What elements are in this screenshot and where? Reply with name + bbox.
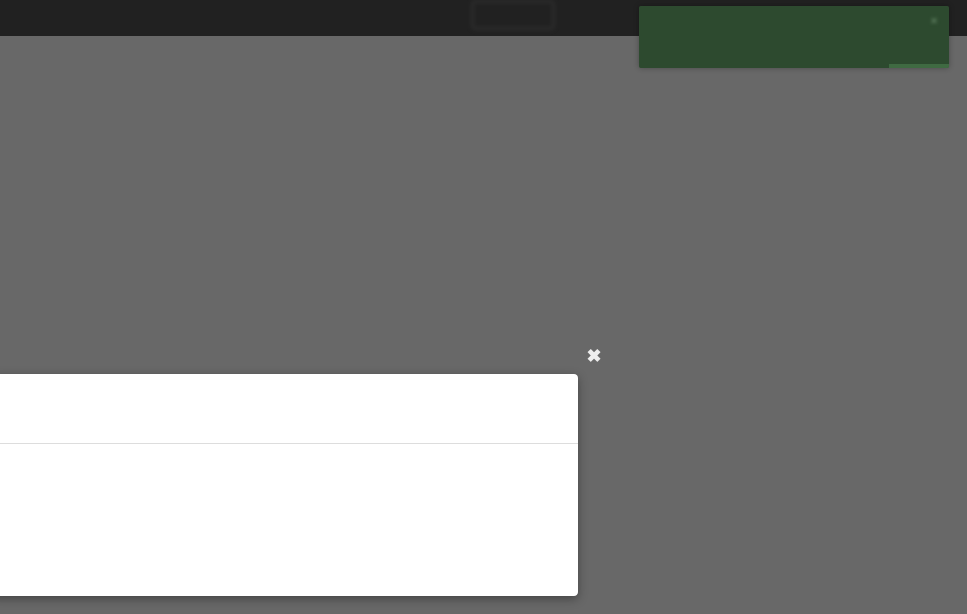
toast-progress-bar — [889, 64, 949, 68]
toast-close-icon[interactable]: × — [927, 14, 941, 28]
modal-header — [0, 374, 578, 444]
modal-dialog — [0, 374, 578, 596]
notification-toast[interactable]: × — [639, 6, 949, 68]
toast-message — [649, 30, 889, 48]
modal-body — [0, 444, 578, 596]
modal-close-icon[interactable]: ✖ — [585, 347, 603, 365]
